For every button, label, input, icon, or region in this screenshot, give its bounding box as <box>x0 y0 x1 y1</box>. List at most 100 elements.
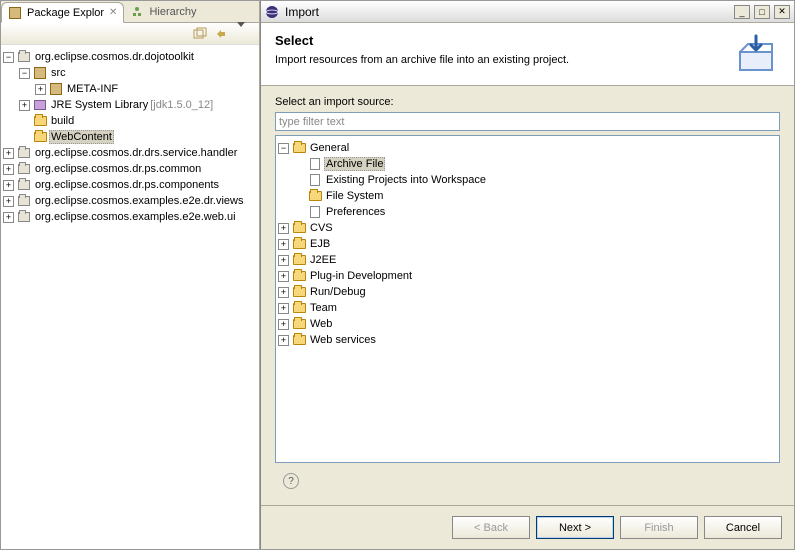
expander-icon[interactable]: + <box>278 223 289 234</box>
dialog-body: Select an import source: − General Archive… <box>261 86 794 505</box>
proj-icon <box>17 146 31 160</box>
expander-icon[interactable]: + <box>19 100 30 111</box>
expander-icon[interactable]: + <box>3 164 14 175</box>
tree-item-label[interactable]: org.eclipse.cosmos.dr.drs.service.handle… <box>33 147 239 159</box>
tree-item-label[interactable]: General <box>308 142 351 154</box>
view-menu-icon[interactable] <box>237 27 251 41</box>
tree-item-label[interactable]: Existing Projects into Workspace <box>324 174 488 186</box>
folder-icon <box>292 269 306 283</box>
file-icon <box>308 173 322 187</box>
expander-icon[interactable]: + <box>3 212 14 223</box>
tree-item-label[interactable]: CVS <box>308 222 335 234</box>
expander-icon[interactable]: + <box>278 239 289 250</box>
tree-item-label[interactable]: Team <box>308 302 339 314</box>
banner-description: Import resources from an archive file in… <box>275 54 732 66</box>
help-icon[interactable]: ? <box>283 473 299 489</box>
tree-item[interactable]: WebContent <box>3 129 257 145</box>
tab-package-explorer[interactable]: Package Explor ✕ <box>1 2 124 23</box>
tree-item[interactable]: + Web services <box>278 332 777 348</box>
tree-item[interactable]: + JRE System Library [jdk1.5.0_12] <box>3 97 257 113</box>
tree-item[interactable]: + org.eclipse.cosmos.dr.ps.components <box>3 177 257 193</box>
expander-icon[interactable]: + <box>35 84 46 95</box>
link-editor-icon[interactable] <box>215 27 229 41</box>
tree-item-label[interactable]: Plug-in Development <box>308 270 414 282</box>
expander-icon[interactable]: − <box>3 52 14 63</box>
folder-icon <box>292 237 306 251</box>
tree-item[interactable]: − General <box>278 140 777 156</box>
cancel-button[interactable]: Cancel <box>704 516 782 539</box>
tree-item-label[interactable]: Preferences <box>324 206 387 218</box>
close-button[interactable]: ✕ <box>774 5 790 19</box>
expander-icon[interactable]: − <box>278 143 289 154</box>
finish-button: Finish <box>620 516 698 539</box>
tree-item[interactable]: build <box>3 113 257 129</box>
close-icon[interactable]: ✕ <box>109 7 117 18</box>
expander-icon[interactable]: + <box>278 335 289 346</box>
tree-item-label[interactable]: src <box>49 67 68 79</box>
tree-item-suffix: [jdk1.5.0_12] <box>150 99 213 111</box>
next-button[interactable]: Next > <box>536 516 614 539</box>
tree-item-label[interactable]: Web <box>308 318 334 330</box>
tree-item-label[interactable]: org.eclipse.cosmos.dr.ps.components <box>33 179 221 191</box>
tree-item[interactable]: Existing Projects into Workspace <box>278 172 777 188</box>
tree-item[interactable]: + META-INF <box>3 81 257 97</box>
expander-icon[interactable]: + <box>278 319 289 330</box>
tree-item[interactable]: + Team <box>278 300 777 316</box>
package-explorer-tree[interactable]: −org.eclipse.cosmos.dr.dojotoolkit−src+M… <box>1 45 259 549</box>
tree-item-label[interactable]: J2EE <box>308 254 338 266</box>
tree-item-label[interactable]: EJB <box>308 238 332 250</box>
tree-item[interactable]: Archive File <box>278 156 777 172</box>
filter-input[interactable] <box>275 112 780 131</box>
tab-label: Hierarchy <box>149 6 196 18</box>
expander-icon[interactable]: − <box>19 68 30 79</box>
tree-item-label[interactable]: Archive File <box>324 157 385 171</box>
tree-item[interactable]: + Web <box>278 316 777 332</box>
tree-item[interactable]: + CVS <box>278 220 777 236</box>
tree-item[interactable]: + Plug-in Development <box>278 268 777 284</box>
tree-item[interactable]: + org.eclipse.cosmos.dr.ps.common <box>3 161 257 177</box>
view-tabs: Package Explor ✕ Hierarchy <box>1 1 259 23</box>
tree-item-label[interactable]: Web services <box>308 334 378 346</box>
tree-item-label[interactable]: JRE System Library <box>49 99 150 111</box>
tree-item-label[interactable]: META-INF <box>65 83 120 95</box>
import-source-tree[interactable]: − General Archive File Existing Projects in… <box>275 135 780 463</box>
tree-item-label[interactable]: org.eclipse.cosmos.examples.e2e.dr.views <box>33 195 245 207</box>
tree-item-label[interactable]: Run/Debug <box>308 286 368 298</box>
tree-item[interactable]: + EJB <box>278 236 777 252</box>
tree-item[interactable]: + J2EE <box>278 252 777 268</box>
tree-item-label[interactable]: build <box>49 115 76 127</box>
folder-icon <box>292 317 306 331</box>
tree-item-label[interactable]: WebContent <box>49 130 114 144</box>
dialog-titlebar[interactable]: Import _ □ ✕ <box>261 1 794 23</box>
expander-icon[interactable]: + <box>3 196 14 207</box>
expander-icon[interactable]: + <box>278 287 289 298</box>
minimize-button[interactable]: _ <box>734 5 750 19</box>
expander-icon[interactable]: + <box>278 271 289 282</box>
proj-icon <box>17 178 31 192</box>
proj-icon <box>17 210 31 224</box>
tab-hierarchy[interactable]: Hierarchy <box>124 1 202 22</box>
tree-item-label[interactable]: org.eclipse.cosmos.dr.ps.common <box>33 163 203 175</box>
tree-item-label[interactable]: org.eclipse.cosmos.examples.e2e.web.ui <box>33 211 238 223</box>
tree-item[interactable]: + Run/Debug <box>278 284 777 300</box>
expander-icon[interactable]: + <box>278 255 289 266</box>
tree-item[interactable]: − src <box>3 65 257 81</box>
folder-icon <box>292 301 306 315</box>
tree-item[interactable]: + org.eclipse.cosmos.dr.drs.service.handl… <box>3 145 257 161</box>
maximize-button[interactable]: □ <box>754 5 770 19</box>
dialog-banner: Select Import resources from an archive … <box>261 23 794 86</box>
source-label: Select an import source: <box>275 96 780 108</box>
tree-item[interactable]: + org.eclipse.cosmos.examples.e2e.web.ui <box>3 209 257 225</box>
expander-icon[interactable]: + <box>3 180 14 191</box>
expander-icon[interactable]: + <box>3 148 14 159</box>
collapse-all-icon[interactable] <box>193 27 207 41</box>
folder-icon <box>292 253 306 267</box>
tree-item[interactable]: File System <box>278 188 777 204</box>
expander-icon[interactable]: + <box>278 303 289 314</box>
tree-item-label[interactable]: org.eclipse.cosmos.dr.dojotoolkit <box>33 51 196 63</box>
tree-item[interactable]: Preferences <box>278 204 777 220</box>
tree-item[interactable]: − org.eclipse.cosmos.dr.dojotoolkit <box>3 49 257 65</box>
folder-icon <box>308 189 322 203</box>
tree-item-label[interactable]: File System <box>324 190 385 202</box>
tree-item[interactable]: + org.eclipse.cosmos.examples.e2e.dr.view… <box>3 193 257 209</box>
